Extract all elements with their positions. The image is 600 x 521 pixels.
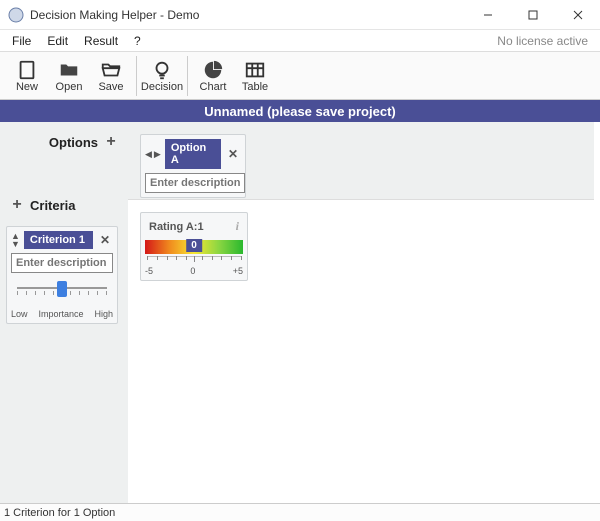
options-label: Options [49,135,98,150]
new-button[interactable]: New [6,55,48,97]
open-label: Open [56,81,83,93]
table-label: Table [242,81,268,93]
window-controls [465,0,600,30]
rating-min: -5 [145,266,153,276]
window-title: Decision Making Helper - Demo [30,8,465,22]
criterion-title[interactable]: Criterion 1 [24,231,93,249]
decision-button[interactable]: Decision [141,55,183,97]
decision-label: Decision [141,81,183,93]
rating-slider[interactable]: 0 [145,240,243,254]
options-header: Options + [0,122,128,162]
rating-value: 0 [186,239,202,252]
menu-file[interactable]: File [4,32,39,50]
folder-open-icon [100,59,122,81]
criteria-header: + Criteria [0,190,128,220]
rating-mid: 0 [190,266,195,276]
table-button[interactable]: Table [234,55,276,97]
pie-chart-icon [202,59,224,81]
add-option-button[interactable]: + [102,133,120,151]
rating-max: +5 [233,266,243,276]
close-button[interactable] [555,0,600,30]
rating-scale: -5 0 +5 [145,266,243,276]
slider-thumb-icon [57,281,67,297]
app-icon [8,7,24,23]
minimize-button[interactable] [465,0,510,30]
lightbulb-icon [151,59,173,81]
menu-help[interactable]: ? [126,32,149,50]
slider-mid-label: Importance [38,309,83,319]
file-icon [16,59,38,81]
license-status: No license active [497,34,596,48]
option-description-input[interactable] [145,173,245,193]
toolbar: New Open Save Decision Chart Table [0,52,600,100]
options-row-area: ◀▶ Option A ✕ [128,122,594,200]
remove-option-button[interactable]: ✕ [225,146,241,162]
add-criterion-button[interactable]: + [8,196,26,214]
slider-high-label: High [94,309,113,319]
table-icon [244,59,266,81]
workspace: Options + + Criteria ▲▼ Criterion 1 ✕ [0,122,600,503]
project-banner: Unnamed (please save project) [0,100,600,122]
rating-card: Rating A:1 i 0 -5 0 +5 [140,212,248,281]
reorder-criterion-handle[interactable]: ▲▼ [11,232,20,248]
criterion-description-input[interactable] [11,253,113,273]
status-text: 1 Criterion for 1 Option [4,507,115,519]
criteria-label: Criteria [30,198,76,213]
chart-button[interactable]: Chart [192,55,234,97]
info-icon[interactable]: i [236,219,239,234]
open-button[interactable]: Open [48,55,90,97]
chart-label: Chart [200,81,227,93]
importance-slider[interactable] [11,279,113,307]
maximize-button[interactable] [510,0,555,30]
rating-ticks [145,256,243,262]
menu-edit[interactable]: Edit [39,32,76,50]
ratings-area: Rating A:1 i 0 -5 0 +5 [128,206,594,503]
reorder-option-handle[interactable]: ◀▶ [145,150,161,158]
slider-low-label: Low [11,309,28,319]
statusbar: 1 Criterion for 1 Option [0,503,600,521]
rating-title: Rating A:1 [149,221,204,233]
new-label: New [16,81,38,93]
importance-labels: Low Importance High [11,309,113,319]
right-column: ◀▶ Option A ✕ Rating A:1 i 0 [128,122,600,503]
save-button[interactable]: Save [90,55,132,97]
folder-icon [58,59,80,81]
option-card: ◀▶ Option A ✕ [140,134,246,198]
menubar: File Edit Result ? No license active [0,30,600,52]
option-title[interactable]: Option A [165,139,221,169]
criterion-card: ▲▼ Criterion 1 ✕ Low Importance High [6,226,118,324]
menu-result[interactable]: Result [76,32,126,50]
left-column: Options + + Criteria ▲▼ Criterion 1 ✕ [0,122,128,503]
save-label: Save [98,81,123,93]
titlebar: Decision Making Helper - Demo [0,0,600,30]
remove-criterion-button[interactable]: ✕ [97,232,113,248]
